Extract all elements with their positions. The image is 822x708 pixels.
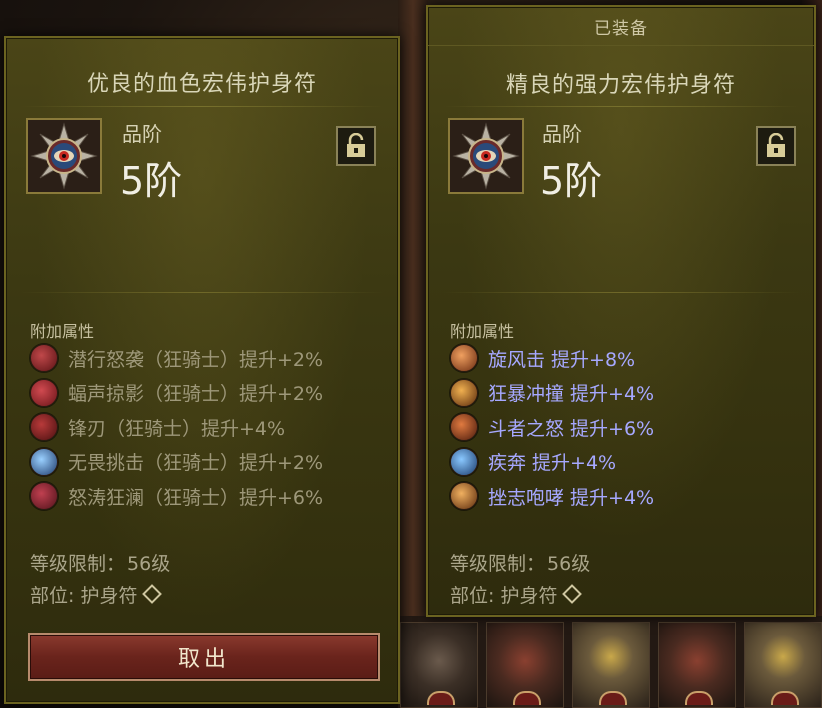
affix-section-label: 附加属性	[30, 322, 95, 341]
divider	[442, 106, 800, 107]
affix-row: 斗者之怒 提升+6%	[450, 410, 654, 445]
affix-list: 旋风击 提升+8% 狂暴冲撞 提升+4% 斗者之怒 提升+6% 疾奔 提升+4%…	[450, 341, 654, 514]
sprint-icon	[450, 447, 478, 476]
tier-label: 品阶	[122, 122, 162, 146]
affix-row: 无畏挑击（狂骑士）提升+2%	[30, 445, 323, 480]
stealth-strike-icon	[30, 344, 58, 373]
wrath-of-berserker-icon	[450, 413, 478, 442]
level-requirement-label: 等级限制：	[450, 553, 546, 575]
divider	[20, 106, 384, 107]
affix-row: 蝠声掠影（狂骑士）提升+2%	[30, 376, 323, 411]
divider	[20, 292, 384, 293]
tier-label: 品阶	[542, 122, 582, 146]
inventory-slot[interactable]	[658, 622, 736, 708]
affix-text: 狂暴冲撞 提升+4%	[488, 383, 655, 406]
inventory-slot[interactable]	[400, 622, 478, 708]
item-slot-label: 部位:	[30, 585, 75, 607]
affix-row: 怒涛狂澜（狂骑士）提升+6%	[30, 479, 323, 514]
challenging-shout-icon	[450, 482, 478, 511]
tier-value: 5阶	[540, 159, 603, 203]
level-requirement-value: 56级	[547, 553, 591, 575]
amulet-icon	[26, 118, 102, 194]
item-title: 精良的强力宏伟护身符	[505, 73, 736, 98]
item-slot-value: 护身符	[500, 585, 558, 607]
whirlwind-icon	[450, 344, 478, 373]
affix-text: 蝠声掠影（狂骑士）提升+2%	[68, 383, 324, 406]
inventory-slot[interactable]	[486, 622, 564, 708]
affix-row: 挫志咆哮 提升+4%	[450, 479, 654, 514]
affix-row: 旋风击 提升+8%	[450, 341, 654, 376]
bat-shadow-icon	[30, 378, 58, 407]
affix-section-label: 附加属性	[450, 322, 515, 341]
take-out-button[interactable]: 取出	[28, 633, 380, 681]
item-slot: 部位: 护身符	[30, 581, 163, 608]
item-tooltip-equipped: 已装备 精良的强力宏伟护身符 品阶 5阶 附加属性 旋风击 提升+8% 狂暴冲撞…	[426, 5, 816, 617]
level-requirement-label: 等级限制：	[30, 553, 126, 575]
divider	[442, 292, 800, 293]
affix-row: 狂暴冲撞 提升+4%	[450, 376, 654, 411]
amulet-slot-icon	[562, 584, 583, 604]
affix-row: 潜行怒袭（狂骑士）提升+2%	[30, 341, 323, 376]
item-slot-value: 护身符	[80, 585, 138, 607]
affix-text: 锋刃（狂骑士）提升+4%	[68, 417, 286, 440]
affix-list: 潜行怒袭（狂骑士）提升+2% 蝠声掠影（狂骑士）提升+2% 锋刃（狂骑士）提升+…	[30, 341, 323, 514]
affix-text: 怒涛狂澜（狂骑士）提升+6%	[68, 486, 324, 509]
tier-value: 5阶	[120, 159, 183, 203]
item-tooltip-compare: 优良的血色宏伟护身符 品阶 5阶 附加属性 潜行怒袭（狂骑士）提升+2% 蝠声掠…	[4, 36, 400, 704]
level-requirement: 等级限制： 56级	[450, 549, 590, 576]
affix-text: 疾奔 提升+4%	[488, 452, 617, 475]
rage-wave-icon	[30, 482, 58, 511]
equipped-label: 已装备	[428, 7, 814, 46]
amulet-slot-icon	[142, 584, 163, 604]
item-slot: 部位: 护身符	[450, 581, 583, 608]
affix-text: 旋风击 提升+8%	[488, 348, 636, 371]
character-model-strip	[398, 0, 428, 708]
fearless-strike-icon	[30, 447, 58, 476]
affix-text: 挫志咆哮 提升+4%	[488, 486, 655, 509]
affix-text: 潜行怒袭（狂骑士）提升+2%	[68, 348, 324, 371]
affix-text: 无畏挑击（狂骑士）提升+2%	[68, 452, 324, 475]
affix-row: 疾奔 提升+4%	[450, 445, 654, 480]
blade-icon	[30, 413, 58, 442]
amulet-icon	[448, 118, 524, 194]
item-title: 优良的血色宏伟护身符	[86, 72, 317, 97]
affix-text: 斗者之怒 提升+6%	[488, 417, 655, 440]
level-requirement-value: 56级	[127, 553, 171, 575]
furious-charge-icon	[450, 378, 478, 407]
lock-icon[interactable]	[756, 126, 796, 166]
inventory-slot[interactable]	[572, 622, 650, 708]
inventory-slot[interactable]	[744, 622, 822, 708]
item-slot-label: 部位:	[450, 585, 495, 607]
level-requirement: 等级限制： 56级	[30, 549, 170, 576]
lock-icon[interactable]	[336, 126, 376, 166]
affix-row: 锋刃（狂骑士）提升+4%	[30, 410, 323, 445]
